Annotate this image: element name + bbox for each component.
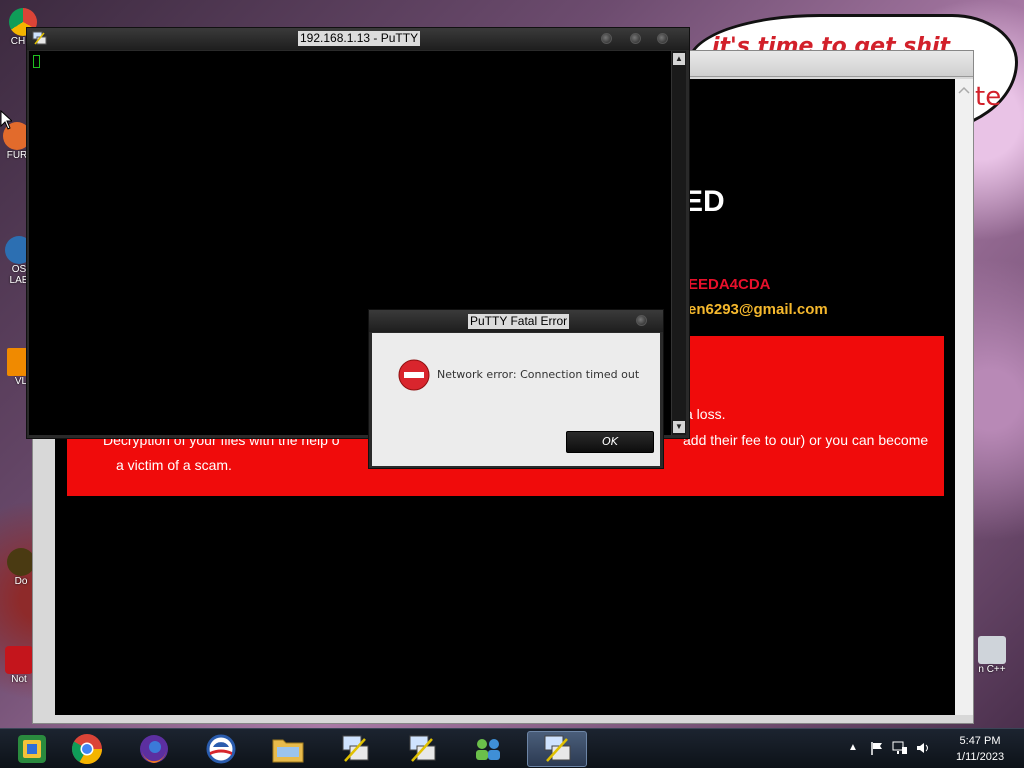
ransom-scrollbar[interactable] — [955, 79, 973, 715]
taskbar-explorer[interactable] — [2, 731, 62, 767]
action-center-flag-icon[interactable] — [870, 741, 884, 755]
dialog-body: Network error: Connection timed out OK — [372, 333, 660, 466]
ransom-contact-email: en6293@gmail.com — [688, 301, 828, 318]
volume-icon[interactable] — [916, 741, 932, 755]
clock-time: 5:47 PM — [959, 735, 1001, 747]
taskbar-chrome[interactable] — [57, 731, 117, 767]
windows-explorer-icon — [18, 735, 46, 763]
system-clock[interactable]: 5:47 PM 1/11/2023 — [945, 733, 1015, 765]
warning-text: a loss. — [685, 406, 726, 422]
putty-icon — [409, 735, 436, 762]
fatal-error-dialog[interactable]: PuTTY Fatal Error Network error: Connect… — [368, 309, 664, 469]
desktop-icon-label: Not — [11, 674, 27, 685]
scroll-up-icon[interactable] — [955, 83, 973, 97]
warning-text: add their fee to our) or you can become — [683, 432, 929, 448]
obama-logo-icon — [206, 734, 236, 764]
firefox-icon — [140, 735, 168, 763]
taskbar-firefox[interactable] — [124, 731, 184, 767]
dialog-titlebar[interactable]: PuTTY Fatal Error — [369, 310, 663, 332]
clock-date: 1/11/2023 — [955, 751, 1005, 763]
recycle-bin-icon — [978, 636, 1006, 664]
close-button[interactable] — [636, 315, 647, 326]
desktop-icon-label: FUR — [6, 150, 28, 161]
putty-icon — [544, 735, 571, 762]
putty-icon[interactable] — [32, 31, 47, 46]
ransom-id: EEDA4CDA — [688, 276, 771, 293]
network-icon[interactable] — [892, 741, 908, 755]
desktop-icon-label: Do — [14, 576, 28, 587]
putty-icon — [342, 735, 369, 762]
error-stop-icon — [398, 359, 430, 391]
folder-icon — [272, 739, 304, 763]
taskbar-file-explorer[interactable] — [258, 731, 318, 767]
app-icon — [5, 646, 33, 674]
taskbar-putty-active[interactable] — [527, 731, 587, 767]
minimize-button[interactable] — [601, 33, 612, 44]
network-users-icon — [476, 739, 500, 760]
ok-button[interactable]: OK — [566, 431, 654, 453]
taskbar-putty-2[interactable] — [392, 731, 452, 767]
chrome-icon — [71, 734, 102, 765]
error-message: Network error: Connection timed out — [437, 368, 640, 381]
bubble-text-fragment: te — [975, 82, 1002, 112]
maximize-button[interactable] — [630, 33, 641, 44]
putty-titlebar[interactable]: 192.168.1.13 - PuTTY — [27, 28, 689, 50]
terminal-cursor — [33, 55, 40, 68]
scroll-down-icon[interactable]: ▼ — [673, 421, 685, 433]
scroll-up-icon[interactable]: ▲ — [673, 53, 685, 65]
dialog-title: PuTTY Fatal Error — [468, 314, 570, 329]
show-hidden-icons-icon[interactable]: ▲ — [848, 742, 858, 753]
warning-text: a victim of a scam. — [116, 457, 232, 473]
putty-title: 192.168.1.13 - PuTTY — [298, 31, 421, 46]
mouse-pointer-icon — [0, 110, 12, 130]
desktop-icon-recycle[interactable]: n C++ — [972, 636, 1012, 675]
taskbar-obama-app[interactable] — [191, 731, 251, 767]
desktop-icon-not[interactable]: Not — [4, 646, 34, 685]
taskbar: ▲ 5:47 PM 1/11/2023 — [0, 728, 1024, 768]
terminal-scrollbar[interactable]: ▲ ▼ — [671, 51, 686, 435]
close-button[interactable] — [657, 33, 668, 44]
desktop-icon-label: n C++ — [978, 664, 1006, 675]
app-icon — [7, 548, 35, 576]
taskbar-network-app[interactable] — [458, 731, 518, 767]
taskbar-putty-1[interactable] — [325, 731, 385, 767]
